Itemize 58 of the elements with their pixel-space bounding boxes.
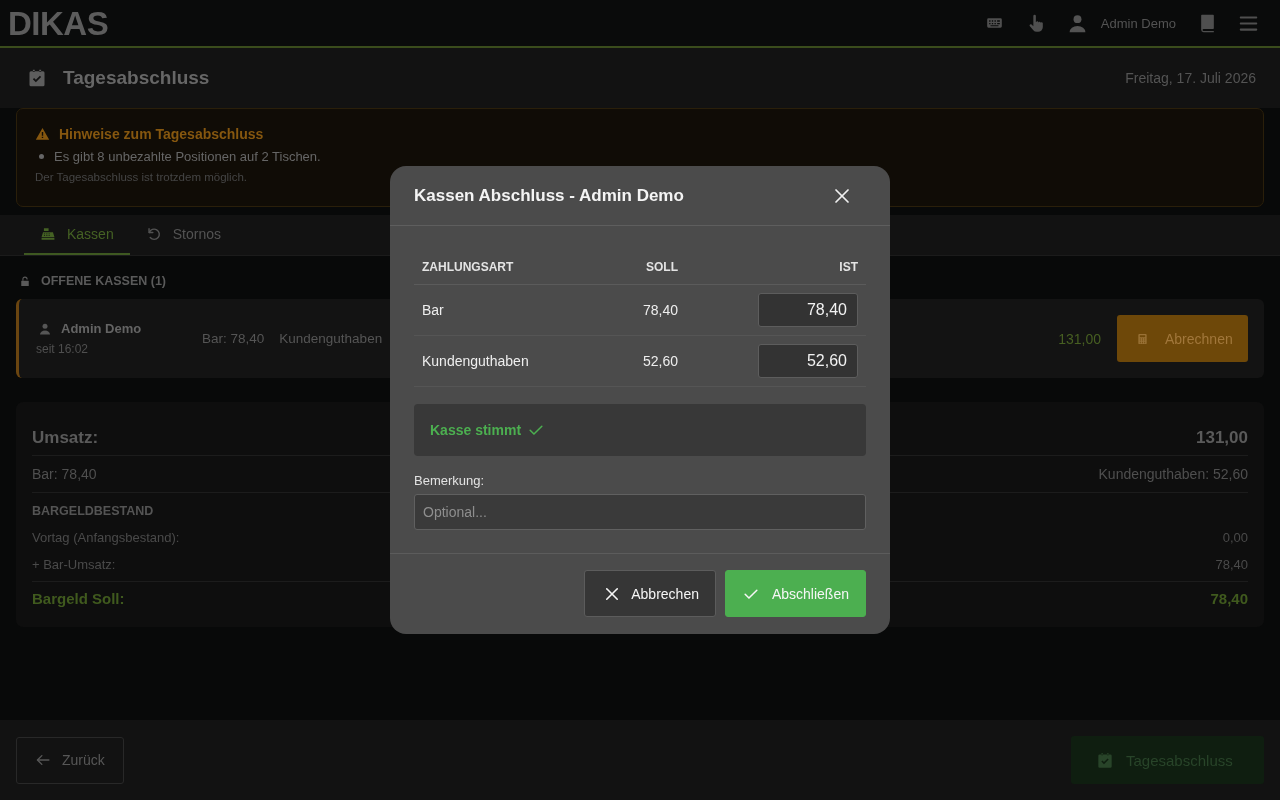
bullet-icon <box>39 154 44 159</box>
cash-value: 0,00 <box>1222 530 1248 545</box>
column-header: IST <box>686 249 866 285</box>
register-user: Admin Demo <box>61 321 142 336</box>
column-header: SOLL <box>590 249 686 285</box>
page-title: Tagesabschluss <box>63 67 210 89</box>
register-total: 131,00 <box>1058 330 1101 347</box>
book-icon[interactable] <box>1198 13 1217 33</box>
date-label: Freitag, 17. Juli 2026 <box>1125 70 1256 86</box>
logo: DIKAS <box>8 6 109 40</box>
breakdown-label: Bar: 78,40 <box>32 466 97 482</box>
arrow-left-icon <box>35 753 51 767</box>
since-time: seit 16:02 <box>36 342 89 356</box>
cash-value: 78,40 <box>1215 557 1248 572</box>
amount-label: Bar: 78,40 <box>202 331 265 346</box>
revenue-title: Umsatz: <box>32 427 99 448</box>
user-icon <box>1067 13 1087 33</box>
expected-amount-cell: 52,60 <box>590 336 686 387</box>
confirm-button[interactable]: Abschließen <box>724 570 866 617</box>
expected-amount-cell: 78,40 <box>590 285 686 336</box>
breakdown-label: Kundenguthaben: 52,60 <box>1098 466 1248 482</box>
status-text: Kasse stimmt <box>430 422 522 438</box>
calendar-check-icon <box>28 69 46 87</box>
back-button[interactable]: Zurück <box>16 736 124 784</box>
remark-input[interactable]: Optional... <box>414 494 866 530</box>
cash-label: + Bar-Umsatz: <box>32 557 116 572</box>
calendar-check-icon <box>1097 751 1113 769</box>
lock-open-icon <box>20 274 30 288</box>
notice-item: Es gibt 8 unbezahlte Positionen auf 2 Tischen. <box>54 149 321 164</box>
amount-label: Kundenguthaben <box>279 331 383 346</box>
user-menu-button[interactable]: Admin Demo <box>1067 13 1176 33</box>
undo-icon <box>146 227 161 241</box>
notice-title: Hinweise zum Tagesabschluss <box>59 126 264 142</box>
column-header: ZAHLUNGSART <box>414 249 590 285</box>
payment-method-cell: Kundenguthaben <box>414 336 590 387</box>
remark-label: Bemerkung: <box>414 473 485 488</box>
section-heading: OFFENE KASSEN (1) <box>41 274 166 288</box>
menu-icon[interactable] <box>1239 13 1258 33</box>
user-icon <box>39 321 51 336</box>
notice-note: Der Tagesabschluss ist trotzdem möglich. <box>35 171 247 183</box>
payment-method-cell: Bar <box>414 285 590 336</box>
cash-heading: BARGELDBESTAND <box>32 504 154 520</box>
cancel-button[interactable]: Abbrechen <box>584 570 716 617</box>
revenue-total: 131,00 <box>1196 427 1248 448</box>
tab[interactable]: Kassen <box>24 215 130 255</box>
cash-total-value: 78,40 <box>1210 589 1248 607</box>
warning-icon <box>35 127 50 141</box>
tab[interactable]: Stornos <box>129 215 237 255</box>
cash-register-icon <box>41 227 55 241</box>
actual-amount-input[interactable]: 78,40 <box>758 293 858 327</box>
cash-label: Vortag (Anfangsbestand): <box>32 530 180 545</box>
actual-amount-input[interactable]: 52,60 <box>758 344 858 378</box>
calculator-icon <box>1137 331 1148 346</box>
close-icon <box>605 586 620 601</box>
close-icon[interactable] <box>834 187 850 204</box>
dialog-title: Kassen Abschluss - Admin Demo <box>414 185 684 206</box>
check-icon <box>529 423 544 437</box>
cash-total-label: Bargeld Soll: <box>32 589 125 607</box>
